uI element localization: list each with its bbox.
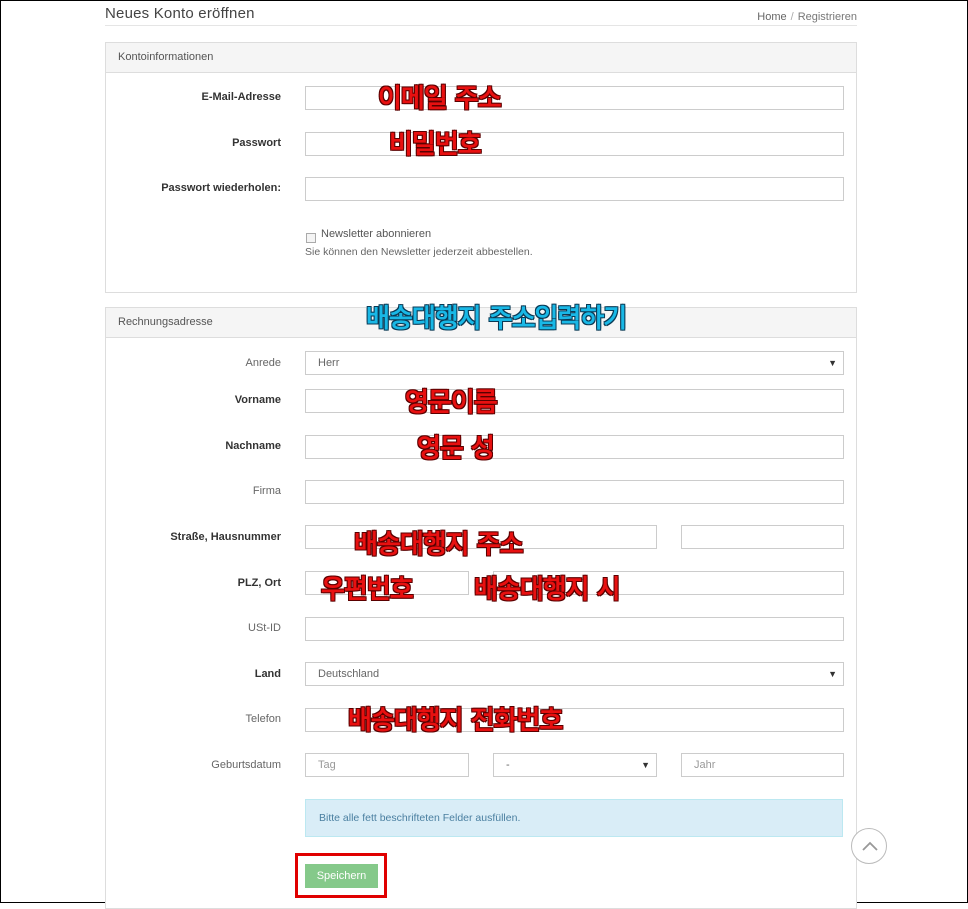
birthday-day-input[interactable]: Tag <box>305 753 469 777</box>
newsletter-checkbox[interactable] <box>306 233 316 243</box>
password-repeat-label: Passwort wiederholen: <box>161 182 281 194</box>
breadcrumb-home-link[interactable]: Home <box>757 11 786 23</box>
salutation-value: Herr <box>318 357 340 369</box>
annotation-lastname: 영문 성 <box>417 434 495 464</box>
account-panel-heading: Kontoinformationen <box>106 43 856 73</box>
annotation-phone: 배송대행지 전화번호 <box>348 706 563 736</box>
vat-label: USt-ID <box>248 622 281 634</box>
caret-down-icon: ▼ <box>828 358 837 368</box>
breadcrumb-current: Registrieren <box>797 11 857 23</box>
phone-label: Telefon <box>245 713 281 725</box>
title-divider <box>105 25 857 26</box>
birthday-month-value: - <box>506 759 510 771</box>
annotation-billing: 배송대행지 주소입력하기 <box>366 304 627 334</box>
country-value: Deutschland <box>318 668 380 680</box>
breadcrumb: Home / Registrieren <box>757 11 857 23</box>
lastname-input[interactable] <box>305 435 844 459</box>
birthday-year-placeholder: Jahr <box>694 759 716 771</box>
lastname-label: Nachname <box>225 440 281 452</box>
annotation-city: 배송대행지 시 <box>474 575 621 605</box>
email-label: E-Mail-Adresse <box>201 91 281 103</box>
firstname-input[interactable] <box>305 389 844 413</box>
country-label: Land <box>254 668 281 680</box>
annotation-email: 이메일 주소 <box>378 84 502 114</box>
zip-city-label: PLZ, Ort <box>237 577 281 589</box>
password-repeat-input[interactable] <box>305 177 844 201</box>
birthday-day-placeholder: Tag <box>318 759 336 771</box>
street-label: Straße, Hausnummer <box>170 531 281 543</box>
company-label: Firma <box>252 485 281 497</box>
password-label: Passwort <box>232 137 281 149</box>
save-button[interactable]: Speichern <box>305 864 378 888</box>
scroll-top-button[interactable] <box>851 828 887 864</box>
house-number-input[interactable] <box>681 525 844 549</box>
annotation-password: 비밀번호 <box>389 130 482 160</box>
birthday-month-select[interactable]: - ▼ <box>493 753 657 777</box>
required-fields-notice: Bitte alle fett beschrifteten Felder aus… <box>305 799 843 837</box>
firstname-label: Vorname <box>234 394 281 406</box>
vat-input[interactable] <box>305 617 844 641</box>
birthday-label: Geburtsdatum <box>211 759 281 771</box>
annotation-zip: 우편번호 <box>321 575 414 605</box>
annotation-firstname: 영문이름 <box>405 388 498 418</box>
birthday-year-input[interactable]: Jahr <box>681 753 844 777</box>
caret-down-icon: ▼ <box>641 760 650 770</box>
breadcrumb-separator: / <box>790 11 794 23</box>
newsletter-label[interactable]: Newsletter abonnieren <box>321 228 431 240</box>
salutation-select[interactable]: Herr ▼ <box>305 351 844 375</box>
salutation-label: Anrede <box>245 357 281 369</box>
page-title: Neues Konto eröffnen <box>105 5 255 22</box>
chevron-up-icon <box>862 841 878 851</box>
password-input[interactable] <box>305 132 844 156</box>
newsletter-hint: Sie können den Newsletter jederzeit abbe… <box>305 246 533 258</box>
caret-down-icon: ▼ <box>828 669 837 679</box>
country-select[interactable]: Deutschland ▼ <box>305 662 844 686</box>
company-input[interactable] <box>305 480 844 504</box>
annotation-street: 배송대행지 주소 <box>354 530 523 560</box>
